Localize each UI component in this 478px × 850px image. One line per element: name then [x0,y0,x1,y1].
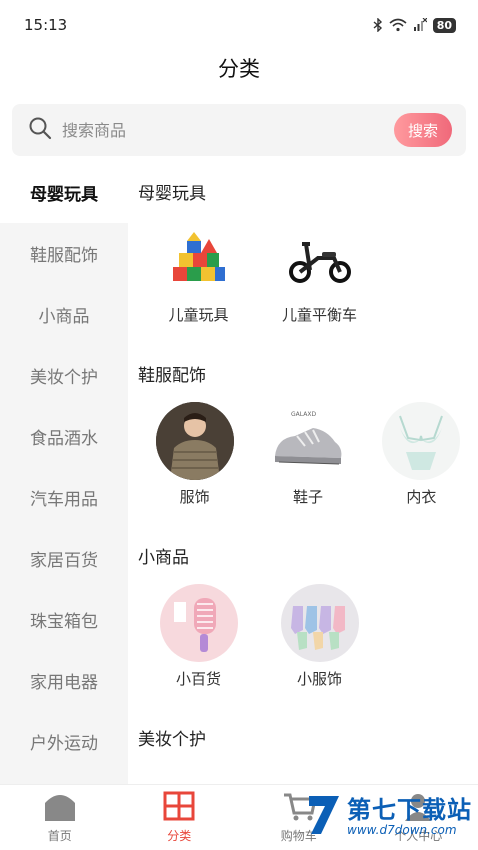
category-sidebar: 母婴玩具 鞋服配饰 小商品 美妆个护 食品酒水 汽车用品 家居百货 珠宝箱包 家… [0,162,128,784]
signal-icon [413,18,427,32]
product-underwear[interactable]: 内衣 [365,402,478,508]
product-label: 服饰 [179,488,210,506]
underwear-image [382,402,461,480]
watermark-text-group: 第七下载站 www.d7down.com [347,797,472,837]
sidebar-item-beauty-care[interactable]: 美妆个护 [0,345,128,406]
product-shoes[interactable]: GALAXD 鞋子 [251,402,364,508]
watermark-title: 第七下载站 [347,796,472,824]
sidebar-item-food-drinks[interactable]: 食品酒水 [0,406,128,467]
battery-indicator: 80 [432,17,456,33]
product-label: 小百货 [175,670,221,688]
product-apparel[interactable]: 服饰 [138,402,251,508]
category-icon [163,791,195,824]
product-small-merchandise[interactable]: 小百货 [138,584,259,690]
product-label: 小服饰 [296,670,342,688]
status-time: 15:13 [24,16,68,34]
section-maternity-toys: 母婴玩具 儿童玩具 儿童平衡车 [138,162,478,326]
wifi-icon [389,18,407,32]
section-shoes-apparel: 鞋服配饰 服饰 GALAXD 鞋子 内衣 [138,344,478,508]
section-title: 母婴玩具 [138,183,206,204]
watermark-url: www.d7down.com [347,823,457,837]
sneaker-image: GALAXD [269,402,347,480]
toy-blocks-image [160,220,238,298]
bluetooth-icon [373,18,383,32]
product-label: 内衣 [406,488,437,506]
sidebar-item-auto-supplies[interactable]: 汽车用品 [0,467,128,528]
status-bar: 15:13 80 [0,0,478,50]
category-content: 母婴玩具 儿童玩具 儿童平衡车 鞋服配饰 服饰 GALAXD 鞋子 内衣 小商品… [128,162,478,784]
watermark-logo-icon [307,794,341,840]
product-label: 鞋子 [292,488,323,506]
tab-label: 首页 [47,829,72,843]
section-title: 美妆个护 [138,729,206,750]
product-kids-toys[interactable]: 儿童玩具 [138,220,259,326]
apparel-image [155,402,234,480]
tab-label: 分类 [167,829,192,843]
sidebar-item-home-goods[interactable]: 家居百货 [0,528,128,589]
product-label: 儿童玩具 [168,306,229,324]
sidebar-item-small-goods[interactable]: 小商品 [0,284,128,345]
watermark: 第七下载站 www.d7down.com [307,794,472,840]
status-icons: 80 [373,17,456,33]
section-beauty-care: 美妆个护 [138,708,478,766]
item-grid: 小百货 小服饰 [138,584,478,690]
socks-image [280,584,359,662]
section-title: 鞋服配饰 [138,365,206,386]
tab-category[interactable]: 分类 [120,785,240,850]
tab-home[interactable]: 首页 [0,785,120,850]
section-title: 小商品 [138,547,189,568]
section-small-goods: 小商品 小百货 小服饰 [138,526,478,690]
sidebar-item-maternity-toys[interactable]: 母婴玩具 [0,162,128,223]
product-small-accessories[interactable]: 小服饰 [259,584,380,690]
shoe-brand-text: GALAXD [291,411,316,418]
sidebar-item-appliances[interactable]: 家用电器 [0,650,128,711]
page-title: 分类 [218,57,260,81]
sidebar-item-shoes-apparel[interactable]: 鞋服配饰 [0,223,128,284]
search-input[interactable] [62,120,394,140]
hair-comb-image [159,584,238,662]
product-kids-balance-bike[interactable]: 儿童平衡车 [259,220,380,326]
sidebar-item-jewelry-bags[interactable]: 珠宝箱包 [0,589,128,650]
item-grid: 儿童玩具 儿童平衡车 [138,220,478,326]
product-label: 儿童平衡车 [281,306,357,324]
search-icon [28,116,52,144]
search-button[interactable]: 搜索 [394,113,452,147]
search-bar[interactable]: 搜索 [12,104,466,156]
sidebar-item-outdoor-sports[interactable]: 户外运动 [0,711,128,772]
home-icon [43,791,77,824]
balance-bike-image [281,220,359,298]
item-grid: 服饰 GALAXD 鞋子 内衣 [138,402,478,508]
